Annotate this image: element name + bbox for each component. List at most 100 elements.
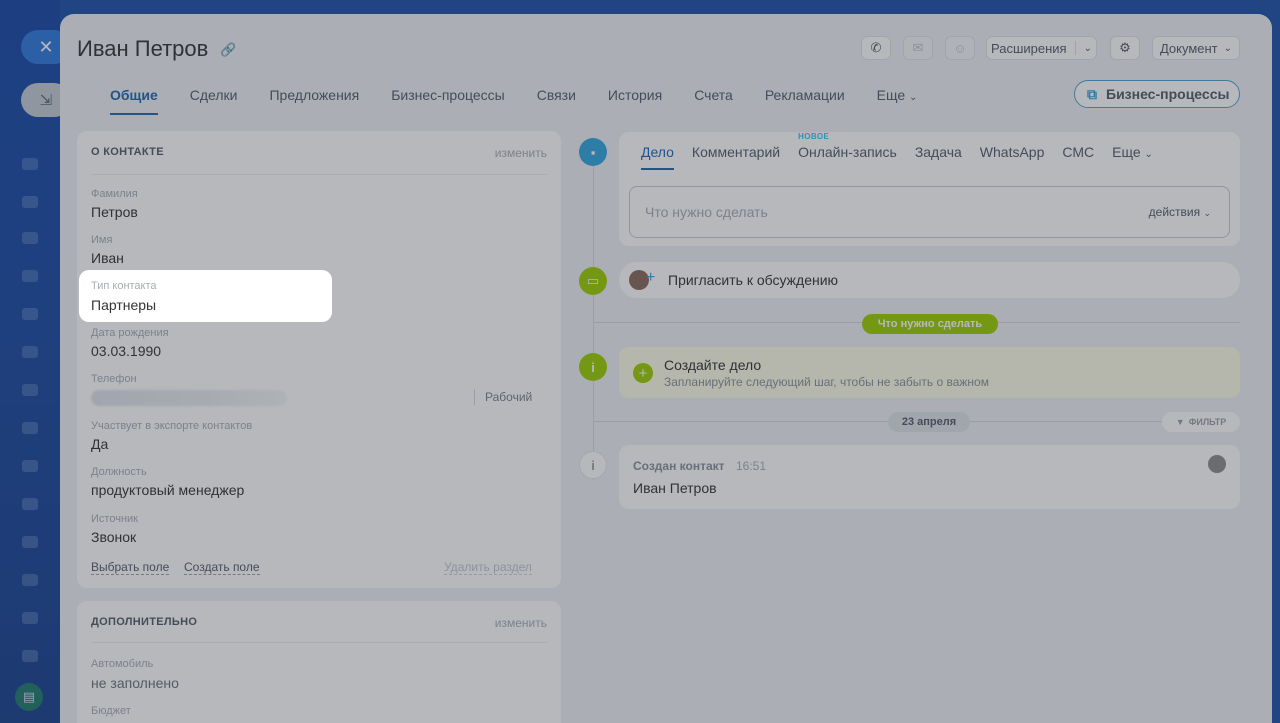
field-label: Тип контакта: [91, 280, 157, 292]
tab-more[interactable]: Еще ⌄: [861, 86, 934, 107]
history-time: 16:51: [736, 459, 767, 473]
plus-circle-icon: +: [633, 363, 653, 383]
actions-dropdown[interactable]: действия ⌄: [1149, 205, 1211, 219]
export-value[interactable]: Да: [91, 436, 108, 452]
print-button[interactable]: ▤: [15, 683, 43, 711]
nav-dot: [22, 422, 38, 434]
additional-card: ДОПОЛНИТЕЛЬНО изменить Автомобиль не зап…: [77, 601, 561, 723]
printer-icon: ▤: [22, 689, 36, 704]
activity-tabs: Дело Комментарий НОВОЕ Онлайн-запись Зад…: [641, 132, 1171, 170]
tab-general[interactable]: Общие: [94, 86, 174, 115]
todo-placeholder: Что нужно сделать: [645, 204, 768, 220]
tab-deals[interactable]: Сделки: [174, 86, 254, 107]
chevron-down-icon: ⌄: [1144, 149, 1153, 160]
minimize-icon: ⇲: [39, 92, 53, 109]
nav-dot: [22, 196, 38, 208]
divider: [1074, 41, 1076, 55]
divider: [91, 642, 547, 643]
tab-claims[interactable]: Рекламации: [749, 86, 861, 107]
tab-bar: Общие Сделки Предложения Бизнес-процессы…: [94, 86, 934, 115]
contact-type-value: Партнеры: [91, 297, 157, 313]
birth-date-value[interactable]: 03.03.1990: [91, 343, 161, 359]
business-processes-button[interactable]: ⧉ Бизнес-процессы: [1074, 80, 1240, 108]
new-badge: НОВОЕ: [798, 132, 830, 141]
filter-label: ФИЛЬТР: [1188, 417, 1227, 427]
filter-icon: ▼: [1175, 417, 1185, 427]
call-button[interactable]: ✆: [861, 36, 891, 60]
tab-case[interactable]: Дело: [641, 144, 674, 170]
first-name-value[interactable]: Иван: [91, 250, 124, 266]
field-label: Телефон: [91, 373, 137, 385]
tab-history[interactable]: История: [592, 86, 678, 107]
plus-icon: +: [646, 269, 656, 286]
invite-label: Пригласить к обсуждению: [668, 272, 839, 288]
tab-online-booking[interactable]: НОВОЕ Онлайн-запись: [798, 132, 897, 160]
document-button[interactable]: Документ ⌄: [1152, 36, 1240, 60]
avatar: [1208, 455, 1226, 473]
edit-link[interactable]: изменить: [495, 616, 547, 630]
tab-more[interactable]: Еще ⌄: [1112, 144, 1153, 160]
source-value[interactable]: Звонок: [91, 529, 136, 545]
business-processes-label: Бизнес-процессы: [1106, 86, 1230, 102]
nav-dot: [22, 158, 38, 170]
invite-row[interactable]: + Пригласить к обсуждению: [619, 262, 1240, 298]
create-field-link[interactable]: Создать поле: [184, 560, 260, 575]
tab-sms[interactable]: СМС: [1062, 144, 1094, 160]
info-icon: i: [579, 353, 607, 381]
phone-type: Рабочий: [485, 390, 533, 404]
mail-button[interactable]: ✉: [903, 36, 933, 60]
card-title: ДОПОЛНИТЕЛЬНО: [91, 616, 198, 628]
extensions-label: Расширения: [991, 40, 1067, 56]
nav-dot: [22, 270, 38, 282]
chevron-down-icon: ⌄: [1203, 208, 1211, 218]
filter-button[interactable]: ▼ ФИЛЬТР: [1162, 412, 1240, 432]
edit-link[interactable]: изменить: [495, 146, 547, 160]
todo-input[interactable]: Что нужно сделать действия ⌄: [629, 186, 1230, 238]
field-label: Автомобиль: [91, 658, 154, 670]
date-pill: 23 апреля: [888, 412, 970, 432]
tab-label: Еще: [1112, 144, 1141, 160]
tab-whatsapp[interactable]: WhatsApp: [980, 144, 1045, 160]
history-title: Создан контакт: [633, 459, 725, 473]
position-value[interactable]: продуктовый менеджер: [91, 482, 244, 498]
settings-button[interactable]: ⚙: [1110, 36, 1140, 60]
last-name-value[interactable]: Петров: [91, 204, 138, 220]
comment-icon: ▭: [579, 267, 607, 295]
activity-editor: Дело Комментарий НОВОЕ Онлайн-запись Зад…: [619, 132, 1240, 246]
document-label: Документ: [1159, 40, 1218, 56]
contact-type-field[interactable]: Тип контакта Партнеры: [79, 270, 332, 322]
extensions-button[interactable]: Расширения ⌄: [986, 36, 1097, 60]
car-value[interactable]: не заполнено: [91, 675, 179, 691]
nav-dot: [22, 384, 38, 396]
field-label: Имя: [91, 234, 113, 246]
chat-button[interactable]: ☺: [945, 36, 975, 60]
tab-comment[interactable]: Комментарий: [692, 144, 780, 160]
field-label: Участвует в экспорте контактов: [91, 420, 253, 432]
nav-dot: [22, 346, 38, 358]
timeline-line: [593, 150, 594, 480]
info-icon: i: [579, 451, 607, 479]
link-icon[interactable]: 🔗: [220, 42, 236, 58]
create-case-card[interactable]: + Создайте дело Запланируйте следующий ш…: [619, 347, 1240, 398]
tab-offers[interactable]: Предложения: [253, 86, 375, 107]
divider: [474, 389, 475, 405]
select-field-link[interactable]: Выбрать поле: [91, 560, 170, 575]
phone-value-blurred[interactable]: [91, 390, 287, 406]
chevron-down-icon: ⌄: [1083, 42, 1092, 54]
tab-invoices[interactable]: Счета: [678, 86, 749, 107]
create-case-title: Создайте дело: [664, 357, 762, 373]
tab-links[interactable]: Связи: [521, 86, 592, 107]
nav-dot: [22, 650, 38, 662]
card-title: О КОНТАКТЕ: [91, 146, 164, 158]
tab-task[interactable]: Задача: [915, 144, 962, 160]
mail-icon: ✉: [912, 40, 924, 55]
tab-business-processes[interactable]: Бизнес-процессы: [375, 86, 520, 107]
gear-icon: ⚙: [1119, 40, 1131, 55]
page-title: Иван Петров: [77, 36, 209, 61]
chevron-down-icon: ⌄: [909, 92, 918, 103]
history-name[interactable]: Иван Петров: [633, 480, 717, 496]
chevron-down-icon: ⌄: [1223, 42, 1233, 54]
tab-more-label: Еще: [876, 87, 906, 103]
delete-section-link[interactable]: Удалить раздел: [444, 560, 532, 575]
nav-dot: [22, 498, 38, 510]
